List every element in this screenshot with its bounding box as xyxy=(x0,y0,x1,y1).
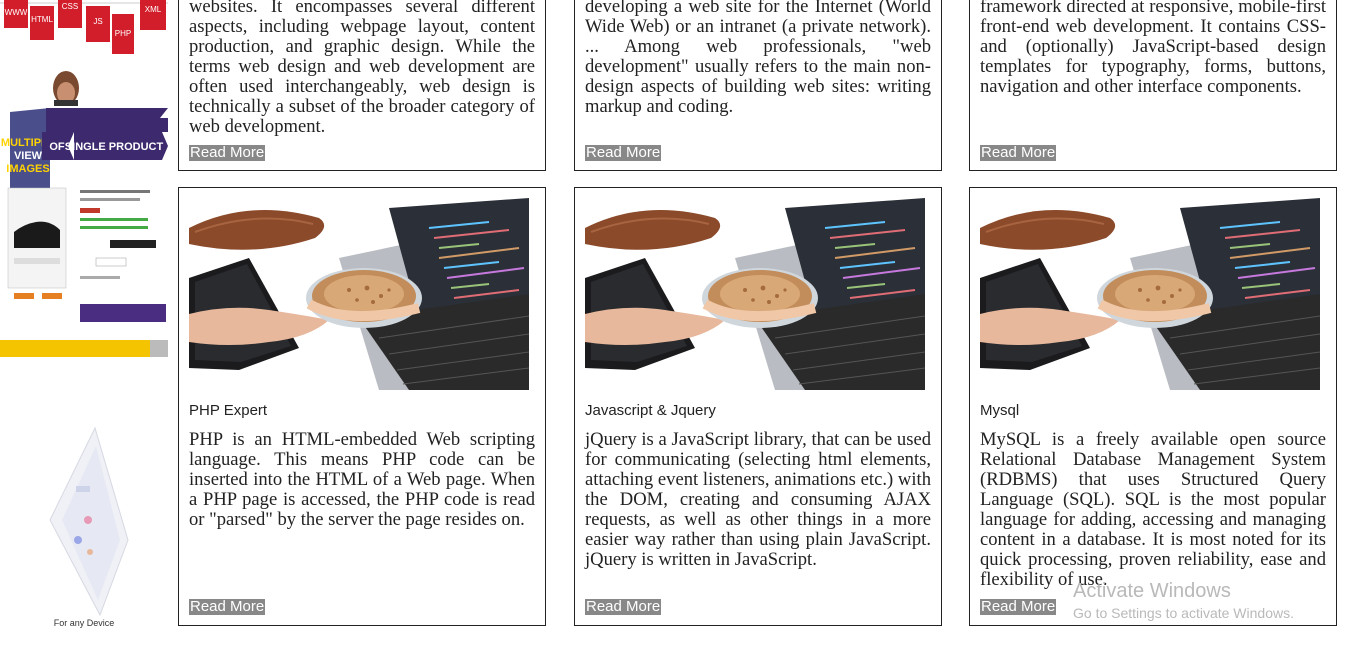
svg-text:WWW: WWW xyxy=(5,8,28,17)
card-image xyxy=(189,198,529,390)
card-javascript-jquery: Javascript & Jquery jQuery is a JavaScri… xyxy=(574,187,942,626)
tag-css: CSS xyxy=(58,0,82,28)
card-mysql: Mysql MySQL is a freely available open s… xyxy=(969,187,1337,626)
card-php: PHP Expert PHP is an HTML-embedded Web s… xyxy=(178,187,546,626)
card-description: MySQL is a freely available open source … xyxy=(980,429,1326,590)
svg-text:IMAGES: IMAGES xyxy=(6,163,49,175)
card-title: PHP Expert xyxy=(189,402,268,419)
svg-text:JS: JS xyxy=(93,17,102,26)
svg-text:CSS: CSS xyxy=(62,2,78,11)
read-more-button[interactable]: Read More xyxy=(980,145,1057,161)
card-image xyxy=(980,198,1320,390)
card-web-design: websites. It encompasses several differe… xyxy=(178,0,546,171)
tag-www: WWW xyxy=(4,0,28,28)
svg-text:SINGLE PRODUCT: SINGLE PRODUCT xyxy=(65,141,164,153)
sidebar-graphics: WWW HTML CSS JS PHP XML MULTIPLE VIEW IM… xyxy=(0,0,168,628)
card-title: Mysql xyxy=(980,402,1020,419)
tag-xml: XML xyxy=(140,0,166,30)
read-more-button[interactable]: Read More xyxy=(189,145,266,161)
read-more-button[interactable]: Read More xyxy=(189,599,266,615)
activate-windows-watermark: Activate Windows Go to Settings to activ… xyxy=(1073,580,1294,622)
svg-text:XML: XML xyxy=(145,5,162,14)
svg-text:VIEW: VIEW xyxy=(14,150,43,162)
card-bootstrap: framework directed at responsive, mobile… xyxy=(969,0,1337,171)
person-avatar xyxy=(53,71,79,106)
tag-php: PHP xyxy=(112,14,134,54)
tag-js: JS xyxy=(86,6,110,42)
svg-text:PHP: PHP xyxy=(115,29,131,38)
read-more-button[interactable]: Read More xyxy=(980,599,1057,615)
card-description: websites. It encompasses several differe… xyxy=(189,0,535,137)
read-more-button[interactable]: Read More xyxy=(585,145,662,161)
card-description: framework directed at responsive, mobile… xyxy=(980,0,1326,97)
left-sidebar: WWW HTML CSS JS PHP XML MULTIPLE VIEW IM… xyxy=(0,0,168,651)
product-promo-banner[interactable]: MULTIPLE VIEW IMAGES OF SINGLE PRODUCT xyxy=(0,107,168,357)
svg-text:OF: OF xyxy=(49,141,65,153)
web-tech-banner[interactable]: WWW HTML CSS JS PHP XML xyxy=(0,0,168,60)
svg-text:For any Device: For any Device xyxy=(54,618,115,628)
svg-text:HTML: HTML xyxy=(31,15,53,24)
card-description: PHP is an HTML-embedded Web scripting la… xyxy=(189,429,535,530)
watermark-title: Activate Windows xyxy=(1073,580,1231,602)
card-image xyxy=(585,198,925,390)
device-mockup[interactable]: For any Device xyxy=(49,426,129,628)
card-title: Javascript & Jquery xyxy=(585,402,716,419)
tag-html: HTML xyxy=(30,6,54,40)
card-web-development: developing a web site for the Internet (… xyxy=(574,0,942,171)
read-more-button[interactable]: Read More xyxy=(585,599,662,615)
card-description: jQuery is a JavaScript library, that can… xyxy=(585,429,931,570)
card-description: developing a web site for the Internet (… xyxy=(585,0,931,117)
watermark-subtitle: Go to Settings to activate Windows. xyxy=(1073,605,1294,621)
